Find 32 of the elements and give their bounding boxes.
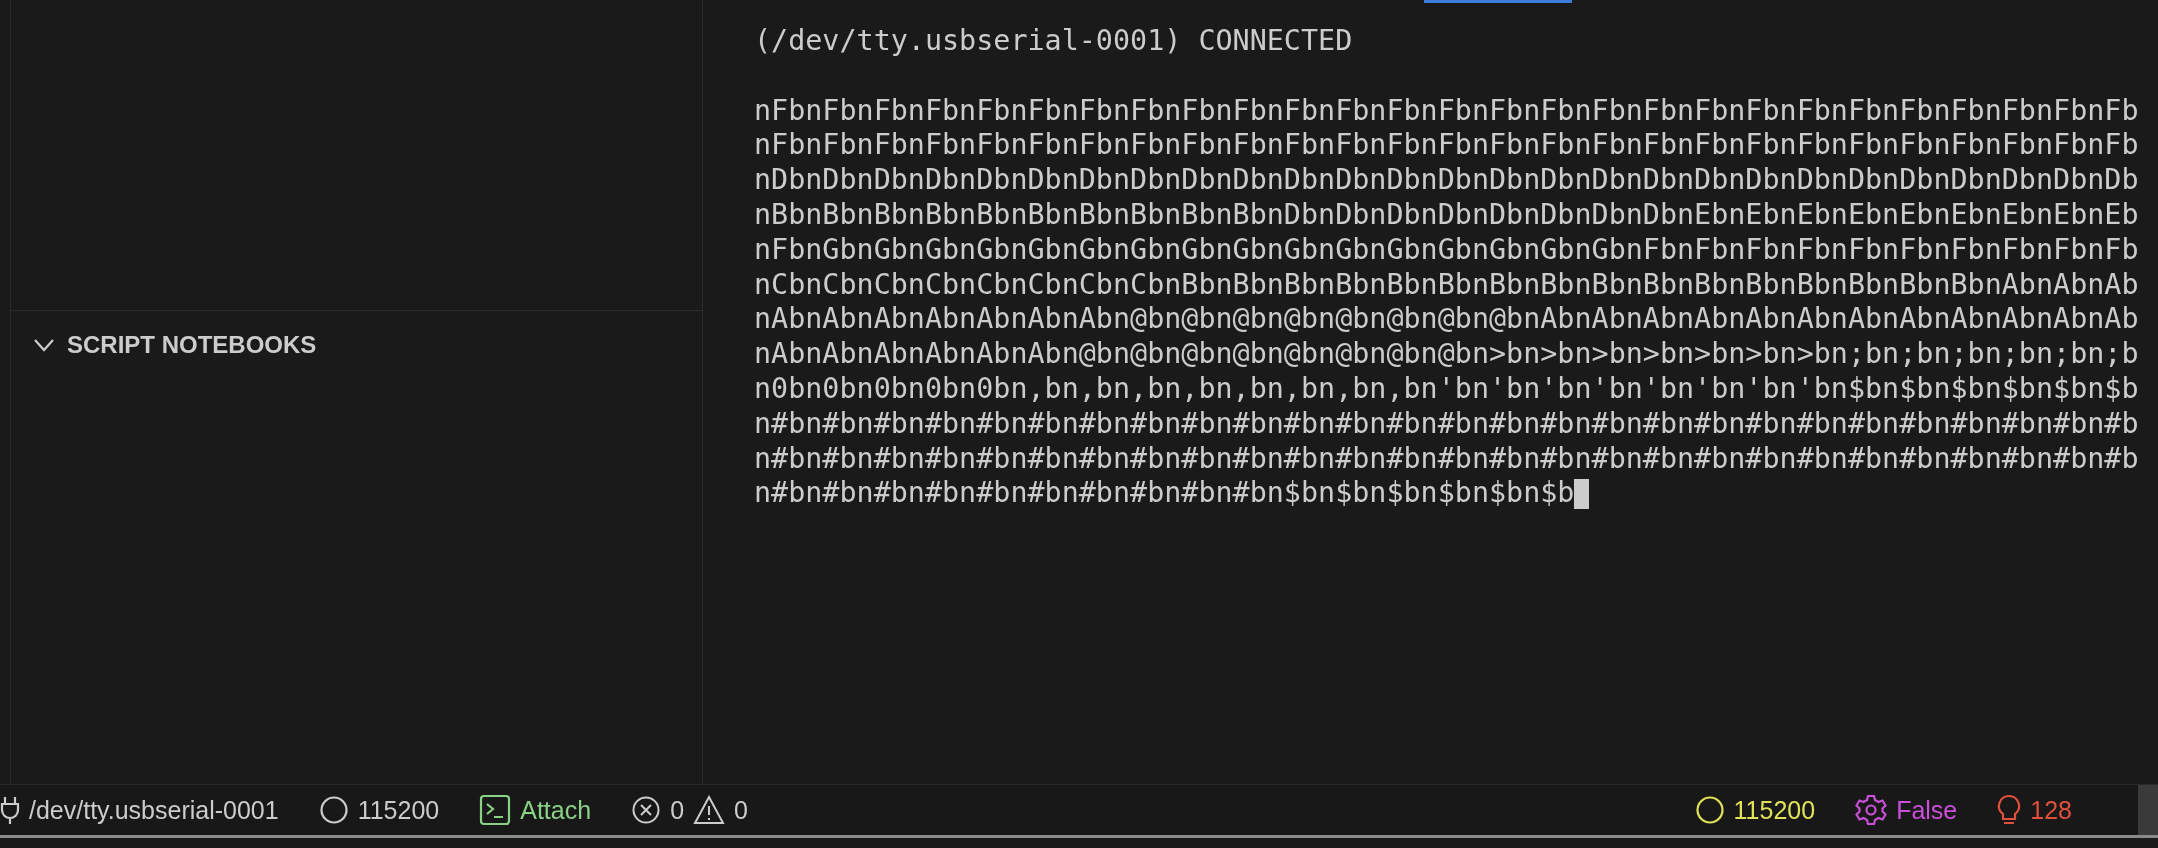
terminal-line: n#bn#bn#bn#bn#bn#bn#bn#bn#bn#bn#bn#bn#bn#bn#bn#bn#bn#bn#bn#bn#bn#bn#bn#bn#bn#bn#b [754, 441, 2139, 477]
setting-value[interactable]: False [1896, 795, 1958, 825]
terminal-line: nFbnGbnGbnGbnGbnGbnGbnGbnGbnGbnGbnGbnGbnGbnGbnGbnGbnFbnFbnFbnFbnFbnFbnFbnFbnFbnFb [754, 232, 2139, 268]
attach-button[interactable]: Attach [520, 795, 592, 825]
error-count[interactable]: 0 [670, 795, 685, 825]
terminal-icon [479, 794, 512, 826]
gear-icon [1855, 794, 1888, 826]
warning-icon [693, 795, 726, 825]
terminal-line: nBbnBbnBbnBbnBbnBbnBbnBbnBbnBbnDbnDbnDbnDbnDbnDbnDbnDbnEbnEbnEbnEbnEbnEbnEbnEbnEb [754, 198, 2139, 233]
circle-icon [318, 795, 349, 825]
port-label[interactable]: /dev/tty.usbserial-0001 [29, 795, 279, 825]
terminal-line: n#bn#bn#bn#bn#bn#bn#bn#bn#bn#bn$bn$bn$bn$bn$bn$b [754, 476, 1575, 512]
terminal-line: nFbnFbnFbnFbnFbnFbnFbnFbnFbnFbnFbnFbnFbnFbnFbnFbnFbnFbnFbnFbnFbnFbnFbnFbnFbnFbnFb [754, 128, 2139, 164]
lightbulb-icon [1997, 794, 2022, 826]
scrollbar[interactable] [2138, 785, 2158, 835]
baud-rate[interactable]: 115200 [1733, 795, 1816, 825]
warning-count[interactable]: 0 [734, 795, 748, 825]
error-icon [631, 795, 662, 825]
chevron-icon[interactable] [33, 338, 55, 352]
terminal-line: (/dev/tty.usbserial-0001) CONNECTED [754, 24, 1353, 59]
terminal-line: nAbnAbnAbnAbnAbnAbn@bn@bn@bn@bn@bn@bn@bn@bn>bn>bn>bn>bn>bn>bn>bn;bn;bn;bn;bn;bn;b [754, 337, 2139, 372]
terminal-line: nAbnAbnAbnAbnAbnAbnAbn@bn@bn@bn@bn@bn@bn@bn@bnAbnAbnAbnAbnAbnAbnAbnAbnAbnAbnAbnAb [754, 302, 2139, 338]
terminal-line: n0bn0bn0bn0bn0bn,bn,bn,bn,bn,bn,bn,bn,bn'bn'bn'bn'bn'bn'bn'bn'bn$bn$bn$bn$bn$bn$b [754, 371, 2139, 407]
terminal-line: n#bn#bn#bn#bn#bn#bn#bn#bn#bn#bn#bn#bn#bn#bn#bn#bn#bn#bn#bn#bn#bn#bn#bn#bn#bn#bn#b [754, 406, 2139, 442]
terminal-line: nCbnCbnCbnCbnCbnCbnCbnCbnBbnBbnBbnBbnBbnBbnBbnBbnBbnBbnBbnBbnBbnBbnBbnBbnAbnAbnAb [754, 267, 2139, 303]
bulb-count[interactable]: 128 [2030, 795, 2072, 825]
terminal-line: nFbnFbnFbnFbnFbnFbnFbnFbnFbnFbnFbnFbnFbnFbnFbnFbnFbnFbnFbnFbnFbnFbnFbnFbnFbnFbnFb [754, 93, 2139, 129]
terminal-line: nDbnDbnDbnDbnDbnDbnDbnDbnDbnDbnDbnDbnDbnDbnDbnDbnDbnDbnDbnDbnDbnDbnDbnDbnDbnDbnDb [754, 163, 2139, 198]
section-title[interactable]: SCRIPT NOTEBOOKS [67, 331, 317, 359]
plug-icon [0, 795, 20, 825]
circle-icon [1694, 795, 1725, 825]
baud-rate[interactable]: 115200 [357, 795, 440, 825]
